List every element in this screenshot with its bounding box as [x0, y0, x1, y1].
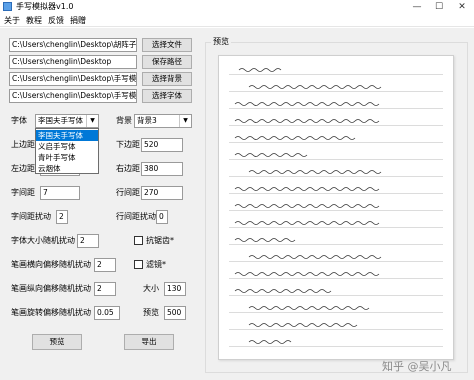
- menu-bar: 关于 教程 反馈 捐赠: [0, 14, 474, 27]
- file-path-input[interactable]: C:\Users\chenglin\Desktop\胡阵子: [9, 38, 137, 52]
- preview-group-title: 预览: [211, 37, 231, 47]
- font-option[interactable]: 青叶手写体: [36, 152, 98, 163]
- chevron-down-icon[interactable]: ▼: [86, 115, 98, 127]
- menu-donate[interactable]: 捐赠: [70, 14, 86, 27]
- background-select[interactable]: 背景3 ▼: [134, 114, 192, 128]
- char-spacing-input[interactable]: 7: [40, 186, 80, 200]
- font-size-jitter-input[interactable]: 2: [77, 234, 99, 248]
- title-bar: 手写模拟器v1.0 — ☐ ✕: [0, 0, 474, 14]
- line-spacing-label: 行间距: [116, 188, 140, 197]
- char-spacing-jitter-input[interactable]: 2: [56, 210, 68, 224]
- anti-alias-label: 抗锯齿*: [146, 236, 174, 245]
- font-select-value: 李国夫手写体: [38, 116, 83, 125]
- window-title: 手写模拟器v1.0: [16, 2, 74, 11]
- preview-image: [218, 55, 454, 360]
- chevron-down-icon[interactable]: ▼: [179, 115, 191, 127]
- background-label: 背景: [116, 116, 132, 125]
- stroke-h-offset-label: 笔画横向偏移随机扰动: [11, 260, 91, 269]
- menu-about[interactable]: 关于: [4, 14, 20, 27]
- char-spacing-label: 字间距: [11, 188, 35, 197]
- stroke-rotate-label: 笔画旋转偏移随机扰动: [11, 308, 91, 317]
- char-spacing-jitter-label: 字间距扰动: [11, 212, 51, 221]
- background-path-input[interactable]: C:\Users\chenglin\Desktop\手写模: [9, 72, 137, 86]
- line-spacing-jitter-label: 行间距扰动: [116, 212, 156, 221]
- filter-checkbox[interactable]: [134, 260, 143, 269]
- menu-tutorial[interactable]: 教程: [26, 14, 42, 27]
- top-margin-label: 上边距: [11, 140, 35, 149]
- stroke-v-offset-input[interactable]: 2: [94, 282, 116, 296]
- background-select-value: 背景3: [137, 116, 157, 125]
- preview-value-label: 预览: [143, 308, 159, 317]
- anti-alias-checkbox[interactable]: [134, 236, 143, 245]
- right-margin-label: 右边距: [116, 164, 140, 173]
- stroke-h-offset-input[interactable]: 2: [94, 258, 116, 272]
- font-option[interactable]: 义启手写体: [36, 141, 98, 152]
- font-option[interactable]: 云烟体: [36, 163, 98, 174]
- font-select[interactable]: 李国夫手写体 ▼: [35, 114, 99, 128]
- save-path-button[interactable]: 保存路径: [142, 55, 192, 69]
- font-label: 字体: [11, 116, 27, 125]
- line-spacing-input[interactable]: 270: [141, 186, 183, 200]
- preview-value-input[interactable]: 500: [164, 306, 186, 320]
- save-path-input[interactable]: C:\Users\chenglin\Desktop: [9, 55, 137, 69]
- line-spacing-jitter-input[interactable]: 0: [156, 210, 168, 224]
- right-margin-input[interactable]: 380: [141, 162, 183, 176]
- size-label: 大小: [143, 284, 159, 293]
- app-icon: [3, 2, 12, 11]
- font-option[interactable]: 李国夫手写体: [36, 130, 98, 141]
- font-size-jitter-label: 字体大小随机扰动: [11, 236, 75, 245]
- bottom-margin-label: 下边距: [116, 140, 140, 149]
- stroke-rotate-input[interactable]: 0.05: [94, 306, 120, 320]
- preview-button[interactable]: 预览: [32, 334, 82, 350]
- bottom-margin-input[interactable]: 520: [141, 138, 183, 152]
- minimize-button[interactable]: —: [406, 0, 428, 14]
- export-button[interactable]: 导出: [124, 334, 174, 350]
- select-font-button[interactable]: 选择字体: [142, 89, 192, 103]
- maximize-button[interactable]: ☐: [428, 0, 450, 14]
- close-button[interactable]: ✕: [451, 0, 473, 14]
- watermark: 知乎 @吴小凡: [382, 360, 452, 373]
- handwritten-scribbles: [234, 68, 382, 344]
- select-file-button[interactable]: 选择文件: [142, 38, 192, 52]
- filter-label: 滤镜*: [146, 260, 166, 269]
- font-dropdown-list: 李国夫手写体 义启手写体 青叶手写体 云烟体: [35, 128, 99, 174]
- stroke-v-offset-label: 笔画纵向偏移随机扰动: [11, 284, 91, 293]
- font-path-input[interactable]: C:\Users\chenglin\Desktop\手写模: [9, 89, 137, 103]
- size-input[interactable]: 130: [164, 282, 186, 296]
- menu-feedback[interactable]: 反馈: [48, 14, 64, 27]
- select-background-button[interactable]: 选择背景: [142, 72, 192, 86]
- left-margin-label: 左边距: [11, 164, 35, 173]
